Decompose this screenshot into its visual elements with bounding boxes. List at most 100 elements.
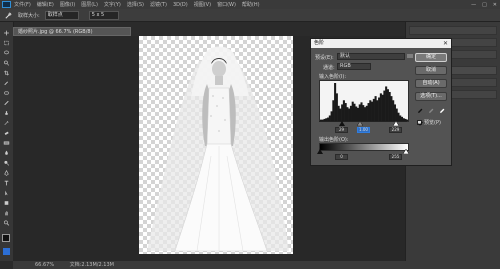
maximize-button[interactable]: □	[482, 2, 487, 8]
quick-mask-icon[interactable]	[3, 248, 10, 255]
preset-select[interactable]: 默认	[337, 53, 405, 60]
channel-label: 通道:	[323, 65, 335, 71]
histogram-bar	[344, 103, 347, 121]
menu-select[interactable]: 选择(S)	[127, 1, 144, 8]
white-point-eyedropper-icon[interactable]	[439, 107, 446, 114]
rectangle-tool-icon[interactable]	[3, 200, 10, 206]
preset-label: 预设(E):	[315, 55, 334, 61]
channel-select[interactable]: RGB	[337, 63, 371, 70]
black-point-eyedropper-icon[interactable]	[417, 107, 424, 114]
move-tool-icon[interactable]	[3, 30, 10, 36]
menu-filter[interactable]: 滤镜(T)	[150, 1, 167, 8]
type-tool-icon[interactable]	[3, 180, 10, 186]
sample-size-select[interactable]: 取样点	[44, 10, 79, 20]
menu-window[interactable]: 窗口(W)	[217, 1, 236, 8]
histogram-bar	[369, 100, 372, 121]
output-white-field[interactable]: 255	[389, 154, 402, 160]
foreground-color-swatch[interactable]	[2, 234, 10, 242]
histogram-bar	[395, 108, 398, 121]
minimize-button[interactable]: —	[471, 2, 476, 8]
output-black-handle[interactable]	[317, 149, 323, 154]
preview-checkbox[interactable]	[417, 120, 423, 126]
levels-dialog: 色阶 ✕ 预设(E): 默认 通道: RGB 输入色阶(I): 29 1.00 …	[310, 38, 452, 166]
eyedropper-tool-icon[interactable]	[3, 80, 10, 86]
checkmark-icon	[418, 121, 423, 126]
close-icon[interactable]: ✕	[443, 39, 448, 48]
close-window-button[interactable]: ✕	[493, 2, 497, 8]
histogram-bar	[365, 105, 368, 121]
menu-edit[interactable]: 编辑(E)	[37, 1, 54, 8]
input-levels-label: 输入色阶(I):	[319, 74, 347, 80]
path-selection-tool-icon[interactable]	[3, 190, 10, 196]
options-button[interactable]: 选项(T)...	[415, 92, 447, 101]
input-white-point-handle[interactable]	[393, 121, 399, 126]
histogram-bar	[371, 101, 374, 121]
healing-brush-tool-icon[interactable]	[3, 90, 10, 96]
tools-panel	[0, 22, 14, 261]
histogram-bar	[362, 105, 365, 121]
histogram-bar	[355, 106, 358, 121]
dodge-tool-icon[interactable]	[3, 160, 10, 166]
preset-value: 默认	[340, 53, 351, 59]
histogram-graph	[320, 83, 409, 121]
document-tab-title: 婚纱照片.jpg @ 66.7% (RGB/8)	[18, 29, 93, 35]
window-controls: — □ ✕	[471, 0, 497, 9]
auto-button[interactable]: 自动(A)	[415, 79, 447, 88]
histogram-bar	[383, 90, 386, 121]
brush-tool-icon[interactable]	[3, 100, 10, 106]
dialog-title-bar[interactable]: 色阶 ✕	[311, 39, 451, 48]
sample-size-value[interactable]: 5 x 5	[88, 10, 119, 20]
input-white-field[interactable]: 229	[389, 127, 402, 133]
zoom-tool-icon[interactable]	[3, 220, 10, 226]
gradient-tool-icon[interactable]	[3, 140, 10, 146]
sample-size-label: 取样大小:	[18, 12, 40, 19]
hand-tool-icon[interactable]	[3, 210, 10, 216]
input-black-point-handle[interactable]	[339, 121, 345, 126]
input-black-field[interactable]: 29	[335, 127, 348, 133]
menu-image[interactable]: 图像(I)	[60, 1, 75, 8]
histogram-bar	[346, 107, 349, 121]
ok-button[interactable]: 确定	[415, 53, 447, 62]
menu-file[interactable]: 文件(F)	[14, 1, 31, 8]
blur-tool-icon[interactable]	[3, 150, 10, 156]
document-info: 文档:2.13M/2.13M	[69, 262, 114, 268]
menu-3d[interactable]: 3D(D)	[173, 2, 188, 8]
menu-help[interactable]: 帮助(H)	[242, 1, 260, 8]
lasso-tool-icon[interactable]	[3, 50, 10, 56]
histogram-bar	[378, 97, 381, 121]
document-tab[interactable]: 婚纱照片.jpg @ 66.7% (RGB/8)	[13, 27, 131, 36]
eraser-tool-icon[interactable]	[3, 130, 10, 136]
zoom-level[interactable]: 66.67%	[35, 262, 54, 268]
histogram-bar	[341, 104, 344, 121]
cancel-button[interactable]: 取消	[415, 66, 447, 75]
menu-bar: 文件(F) 编辑(E) 图像(I) 图层(L) 文字(Y) 选择(S) 滤镜(T…	[0, 0, 500, 9]
preview-label: 预览(P)	[424, 120, 441, 126]
pen-tool-icon[interactable]	[3, 170, 10, 176]
gray-point-eyedropper-icon[interactable]	[428, 107, 435, 114]
document-canvas[interactable]	[139, 36, 293, 254]
menu-view[interactable]: 视图(V)	[194, 1, 211, 8]
histogram-bar	[330, 111, 333, 121]
marquee-tool-icon[interactable]	[3, 40, 10, 46]
photoshop-logo-icon	[2, 1, 11, 8]
clone-stamp-tool-icon[interactable]	[3, 110, 10, 116]
histogram-bar	[390, 96, 393, 121]
histogram-bar	[379, 93, 382, 121]
eyedropper-icon[interactable]	[4, 11, 13, 20]
input-gray-point-handle[interactable]	[357, 121, 363, 126]
histogram-bar	[364, 107, 367, 121]
output-black-field[interactable]: 0	[335, 154, 348, 160]
history-brush-tool-icon[interactable]	[3, 120, 10, 126]
output-white-handle[interactable]	[403, 149, 409, 154]
histogram-bar	[342, 100, 345, 121]
dock-row[interactable]	[409, 26, 497, 35]
menu-type[interactable]: 文字(Y)	[104, 1, 121, 8]
preset-settings-icon[interactable]	[407, 54, 413, 59]
menu-layer[interactable]: 图层(L)	[81, 1, 98, 8]
quick-select-tool-icon[interactable]	[3, 60, 10, 66]
crop-tool-icon[interactable]	[3, 70, 10, 76]
histogram-bar	[372, 98, 375, 121]
histogram-bar	[334, 83, 337, 121]
input-gray-field[interactable]: 1.00	[357, 127, 370, 133]
histogram-bar	[335, 93, 338, 121]
